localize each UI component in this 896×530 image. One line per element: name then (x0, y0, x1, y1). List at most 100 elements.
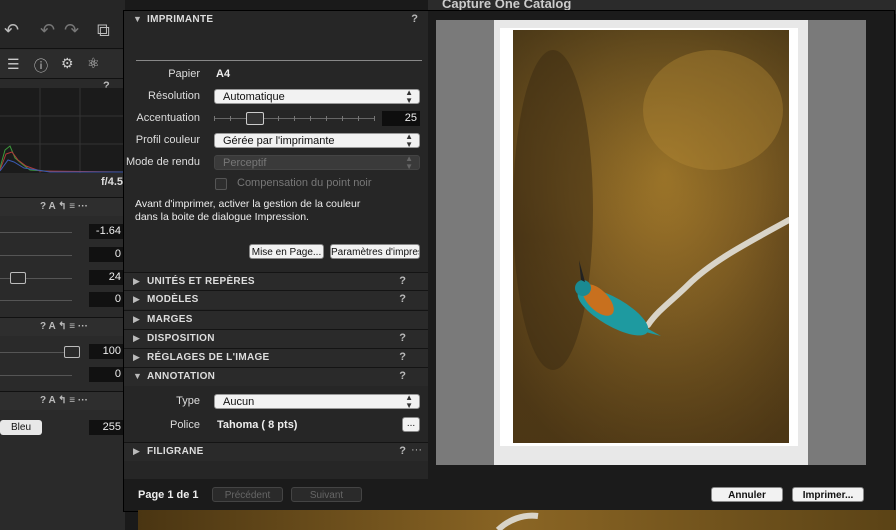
histogram: f/4.5 (0, 88, 125, 188)
annotation-type-select[interactable]: Aucun ▲ ▼ (214, 393, 420, 410)
printer-section-header[interactable]: ▼ IMPRIMANTE ? (124, 11, 428, 33)
updown-arrow-icon: ▲ ▼ (405, 132, 413, 149)
section-layout[interactable]: ▶ DISPOSITION ? (124, 329, 428, 348)
list-icon[interactable]: ☰ (7, 56, 20, 73)
help-icon[interactable]: ? (399, 445, 406, 457)
expand-triangle-icon[interactable]: ▶ (133, 314, 140, 325)
preview-photo (513, 30, 789, 443)
section-templates[interactable]: ▶ MODÈLES ? (124, 290, 428, 309)
saturation-slider-row[interactable]: 0 (0, 290, 125, 310)
redo-icon[interactable]: ↷ (64, 20, 79, 41)
levels-slider-row-2[interactable]: 0 (0, 365, 125, 385)
tools-icon[interactable]: ⚛ (87, 55, 100, 72)
updown-arrow-icon: ▲ ▼ (405, 154, 413, 171)
collapse-triangle-icon[interactable]: ▼ (133, 371, 142, 381)
saturation-value[interactable]: 0 (89, 292, 123, 307)
help-icon[interactable]: ? (399, 275, 406, 287)
more-icon[interactable]: ··· (411, 444, 422, 456)
help-icon[interactable]: ? (399, 293, 406, 305)
help-icon[interactable]: ? A ↰ ≡ ··· (40, 321, 88, 332)
updown-arrow-icon: ▲ ▼ (405, 393, 413, 410)
color-profile-label: Profil couleur (135, 134, 200, 146)
section-title: RÉGLAGES DE L'IMAGE (147, 352, 270, 363)
divider (136, 60, 422, 61)
cancel-button[interactable]: Annuler (711, 487, 783, 502)
print-settings-button[interactable]: Paramètres d'impression... (330, 244, 420, 259)
blackpoint-checkbox[interactable] (215, 178, 227, 190)
blackpoint-label: Compensation du point noir (237, 177, 372, 189)
previous-button: Précédent (212, 487, 283, 502)
sharpening-value[interactable]: 25 (382, 111, 420, 126)
render-mode-select: Perceptif ▲ ▼ (214, 154, 420, 171)
help-icon[interactable]: ? (399, 351, 406, 363)
exposure-value[interactable]: -1.64 (89, 224, 123, 239)
expand-triangle-icon[interactable]: ▶ (133, 276, 140, 287)
info-icon[interactable]: ⓘ (34, 56, 48, 76)
channel-value[interactable]: 255 (89, 420, 123, 435)
print-button[interactable]: Imprimer... (792, 487, 864, 502)
printer-help-icon[interactable]: ? (411, 13, 418, 25)
slider-ticks (214, 116, 375, 121)
contrast-value[interactable]: 0 (89, 247, 123, 262)
contrast-slider-row[interactable]: 0 (0, 245, 125, 265)
brightness-value[interactable]: 24 (89, 270, 123, 285)
color-profile-select[interactable]: Gérée par l'imprimante ▲ ▼ (214, 132, 420, 149)
slider-tick (214, 116, 215, 121)
help-icon[interactable]: ? (399, 332, 406, 344)
expand-triangle-icon[interactable]: ▶ (133, 333, 140, 344)
section-watermark[interactable]: ▶ FILIGRANE ? ··· (124, 442, 428, 461)
annotation-type-value: Aucun (223, 396, 255, 408)
help-icon[interactable]: ? A ↰ ≡ ··· (40, 395, 88, 406)
copy-adjustments-icon[interactable]: ⧉ (97, 20, 110, 41)
levels-slider-row[interactable]: 100 (0, 342, 125, 362)
expand-triangle-icon[interactable]: ▶ (133, 352, 140, 363)
slider-tick (294, 116, 295, 121)
expand-triangle-icon[interactable]: ▶ (133, 294, 140, 305)
section-title: DISPOSITION (147, 333, 215, 344)
section-title: MARGES (147, 314, 193, 325)
expand-triangle-icon[interactable]: ▶ (133, 446, 140, 457)
rotate-left-icon[interactable]: ↶ (4, 20, 19, 41)
slider-tick (278, 116, 279, 121)
paper-label: Papier (168, 68, 200, 80)
section-title: ANNOTATION (147, 371, 216, 382)
section-units-guides[interactable]: ▶ UNITÉS ET REPÈRES ? (124, 272, 428, 291)
printer-section-title: IMPRIMANTE (147, 14, 214, 25)
section-title: UNITÉS ET REPÈRES (147, 276, 255, 287)
histogram-graph (0, 88, 125, 173)
sharpening-slider-handle[interactable] (246, 112, 264, 125)
undo-icon[interactable]: ↶ (40, 20, 55, 41)
slider-tick (358, 116, 359, 121)
page-setup-button[interactable]: Mise en Page... (249, 244, 324, 259)
help-icon[interactable]: ? A ↰ ≡ ··· (40, 201, 88, 212)
font-value: Tahoma ( 8 pts) (217, 419, 298, 431)
collapse-triangle-icon[interactable]: ▼ (133, 14, 142, 24)
section-annotation[interactable]: ▼ ANNOTATION ? (124, 367, 428, 386)
levels-value-low[interactable]: 0 (89, 367, 123, 382)
tool-tabs: ☰ ⓘ ⚙ ⚛ (0, 50, 125, 79)
slider-handle[interactable] (10, 272, 26, 284)
slider-tick (310, 116, 311, 121)
section-margins[interactable]: ▶ MARGES (124, 310, 428, 329)
section-title: FILIGRANE (147, 446, 204, 457)
next-button: Suivant (291, 487, 362, 502)
panel-empty-area (0, 445, 125, 530)
resolution-select-value: Automatique (223, 91, 285, 103)
resolution-select[interactable]: Automatique ▲ ▼ (214, 89, 420, 105)
levels-value-high[interactable]: 100 (89, 344, 123, 359)
gear-icon[interactable]: ⚙ (61, 55, 74, 72)
brightness-slider-row[interactable]: 24 (0, 268, 125, 288)
main-toolbar: ↶ ↶ ↷ ⧉ (0, 0, 125, 49)
aperture-readout: f/4.5 (100, 176, 123, 188)
channel-button-blue[interactable]: Bleu (0, 420, 42, 435)
slider-handle[interactable] (64, 346, 80, 358)
exposure-tool-header: ? A ↰ ≡ ··· (0, 198, 125, 216)
font-picker-button[interactable]: ... (402, 417, 420, 432)
help-icon[interactable]: ? (399, 370, 406, 382)
sharpening-label: Accentuation (136, 112, 200, 124)
render-mode-label: Mode de rendu (126, 156, 200, 168)
page-indicator: Page 1 de 1 (138, 489, 199, 501)
color-profile-select-value: Gérée par l'imprimante (223, 135, 335, 147)
exposure-slider-row[interactable]: -1.64 (0, 222, 125, 242)
section-image-settings[interactable]: ▶ RÉGLAGES DE L'IMAGE ? (124, 348, 428, 367)
